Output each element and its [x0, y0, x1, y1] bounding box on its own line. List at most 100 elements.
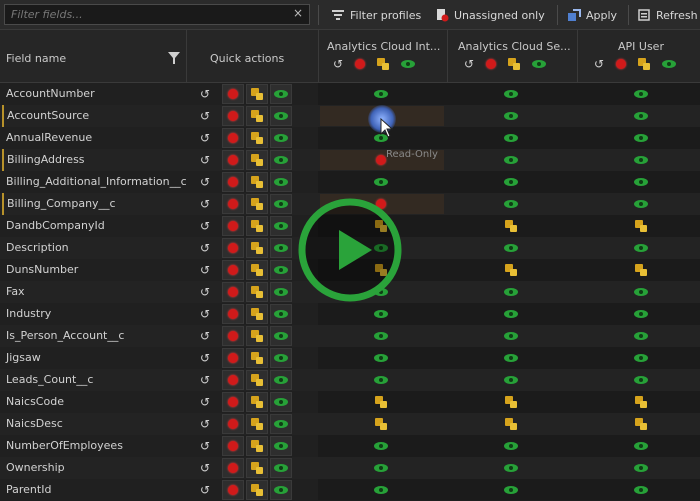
undo-icon[interactable]: ↺	[200, 330, 210, 342]
profile-header-api-user[interactable]: API User	[618, 40, 664, 53]
read-only-button[interactable]	[270, 150, 292, 170]
edit-access-button[interactable]	[246, 260, 268, 280]
permission-cell[interactable]	[374, 369, 388, 391]
read-only-button[interactable]	[270, 348, 292, 368]
no-access-icon[interactable]	[616, 59, 626, 69]
undo-icon[interactable]: ↺	[200, 462, 210, 474]
permission-cell[interactable]	[634, 281, 648, 303]
permission-cell[interactable]	[504, 325, 518, 347]
read-only-button[interactable]	[270, 458, 292, 478]
read-only-button[interactable]	[270, 260, 292, 280]
permission-cell[interactable]	[505, 391, 517, 413]
no-access-button[interactable]	[222, 458, 244, 478]
read-only-button[interactable]	[270, 480, 292, 500]
permission-cell[interactable]	[635, 215, 647, 237]
permission-cell[interactable]	[374, 479, 388, 501]
permission-cell[interactable]	[374, 303, 388, 325]
field-name[interactable]: Ownership	[6, 457, 65, 479]
read-only-button[interactable]	[270, 436, 292, 456]
permission-cell[interactable]	[374, 457, 388, 479]
undo-icon[interactable]: ↺	[200, 242, 210, 254]
permission-cell[interactable]	[634, 105, 648, 127]
no-access-icon[interactable]	[486, 59, 496, 69]
permission-cell[interactable]	[374, 347, 388, 369]
read-only-button[interactable]	[270, 282, 292, 302]
undo-icon[interactable]: ↺	[200, 220, 210, 232]
permission-cell[interactable]	[374, 171, 388, 193]
permission-cell[interactable]	[504, 303, 518, 325]
no-access-icon[interactable]	[355, 59, 365, 69]
permission-cell[interactable]	[634, 347, 648, 369]
permission-cell[interactable]	[375, 391, 387, 413]
permission-cell[interactable]	[634, 83, 648, 105]
permission-cell[interactable]	[634, 127, 648, 149]
no-access-button[interactable]	[222, 128, 244, 148]
undo-icon[interactable]: ↺	[200, 198, 210, 210]
read-only-button[interactable]	[270, 304, 292, 324]
edit-access-button[interactable]	[246, 326, 268, 346]
no-access-button[interactable]	[222, 392, 244, 412]
edit-access-button[interactable]	[246, 150, 268, 170]
field-name[interactable]: Jigsaw	[6, 347, 41, 369]
permission-cell[interactable]	[504, 435, 518, 457]
permission-cell[interactable]	[634, 369, 648, 391]
no-access-button[interactable]	[222, 216, 244, 236]
permission-cell[interactable]	[504, 479, 518, 501]
undo-icon[interactable]: ↺	[200, 132, 210, 144]
permission-cell[interactable]	[504, 171, 518, 193]
edit-access-button[interactable]	[246, 172, 268, 192]
filter-funnel-icon[interactable]	[168, 52, 180, 64]
no-access-button[interactable]	[222, 238, 244, 258]
no-access-button[interactable]	[222, 326, 244, 346]
field-name[interactable]: AccountNumber	[6, 83, 95, 105]
no-access-button[interactable]	[222, 150, 244, 170]
read-only-eye-icon[interactable]	[401, 60, 415, 68]
undo-icon[interactable]: ↺	[200, 440, 210, 452]
edit-access-button[interactable]	[246, 238, 268, 258]
no-access-button[interactable]	[222, 260, 244, 280]
undo-icon[interactable]: ↺	[200, 264, 210, 276]
no-access-button[interactable]	[222, 414, 244, 434]
undo-icon[interactable]: ↺	[200, 418, 210, 430]
edit-access-button[interactable]	[246, 194, 268, 214]
edit-key-icon[interactable]	[508, 58, 520, 70]
permission-cell[interactable]	[504, 127, 518, 149]
field-name[interactable]: Billing_Additional_Information__c	[6, 171, 187, 193]
undo-icon[interactable]: ↺	[200, 374, 210, 386]
undo-icon[interactable]: ↺	[200, 176, 210, 188]
edit-access-button[interactable]	[246, 480, 268, 500]
undo-icon[interactable]: ↺	[594, 58, 604, 70]
field-name[interactable]: Industry	[6, 303, 51, 325]
play-video-icon[interactable]	[297, 197, 403, 303]
read-only-button[interactable]	[270, 106, 292, 126]
undo-icon[interactable]: ↺	[200, 110, 210, 122]
permission-cell[interactable]	[504, 237, 518, 259]
field-name[interactable]: Leads_Count__c	[6, 369, 93, 391]
permission-cell[interactable]	[504, 347, 518, 369]
permission-cell[interactable]	[635, 259, 647, 281]
read-only-button[interactable]	[270, 392, 292, 412]
edit-key-icon[interactable]	[638, 58, 650, 70]
field-name[interactable]: DunsNumber	[6, 259, 78, 281]
no-access-button[interactable]	[222, 348, 244, 368]
read-only-button[interactable]	[270, 172, 292, 192]
refresh-button[interactable]: Refresh	[637, 5, 698, 25]
permission-cell[interactable]	[634, 457, 648, 479]
edit-access-button[interactable]	[246, 128, 268, 148]
undo-icon[interactable]: ↺	[464, 58, 474, 70]
no-access-button[interactable]	[222, 436, 244, 456]
permission-cell[interactable]	[374, 435, 388, 457]
permission-cell[interactable]	[635, 391, 647, 413]
undo-icon[interactable]: ↺	[200, 286, 210, 298]
permission-cell[interactable]	[504, 369, 518, 391]
edit-access-button[interactable]	[246, 216, 268, 236]
filter-profiles-button[interactable]: Filter profiles	[331, 5, 421, 25]
permission-cell[interactable]	[634, 171, 648, 193]
read-only-button[interactable]	[270, 414, 292, 434]
field-name[interactable]: ParentId	[6, 479, 51, 501]
permission-cell[interactable]	[634, 193, 648, 215]
read-only-button[interactable]	[270, 216, 292, 236]
apply-button[interactable]: Apply	[567, 5, 617, 25]
undo-icon[interactable]: ↺	[200, 352, 210, 364]
permission-cell[interactable]	[504, 105, 518, 127]
